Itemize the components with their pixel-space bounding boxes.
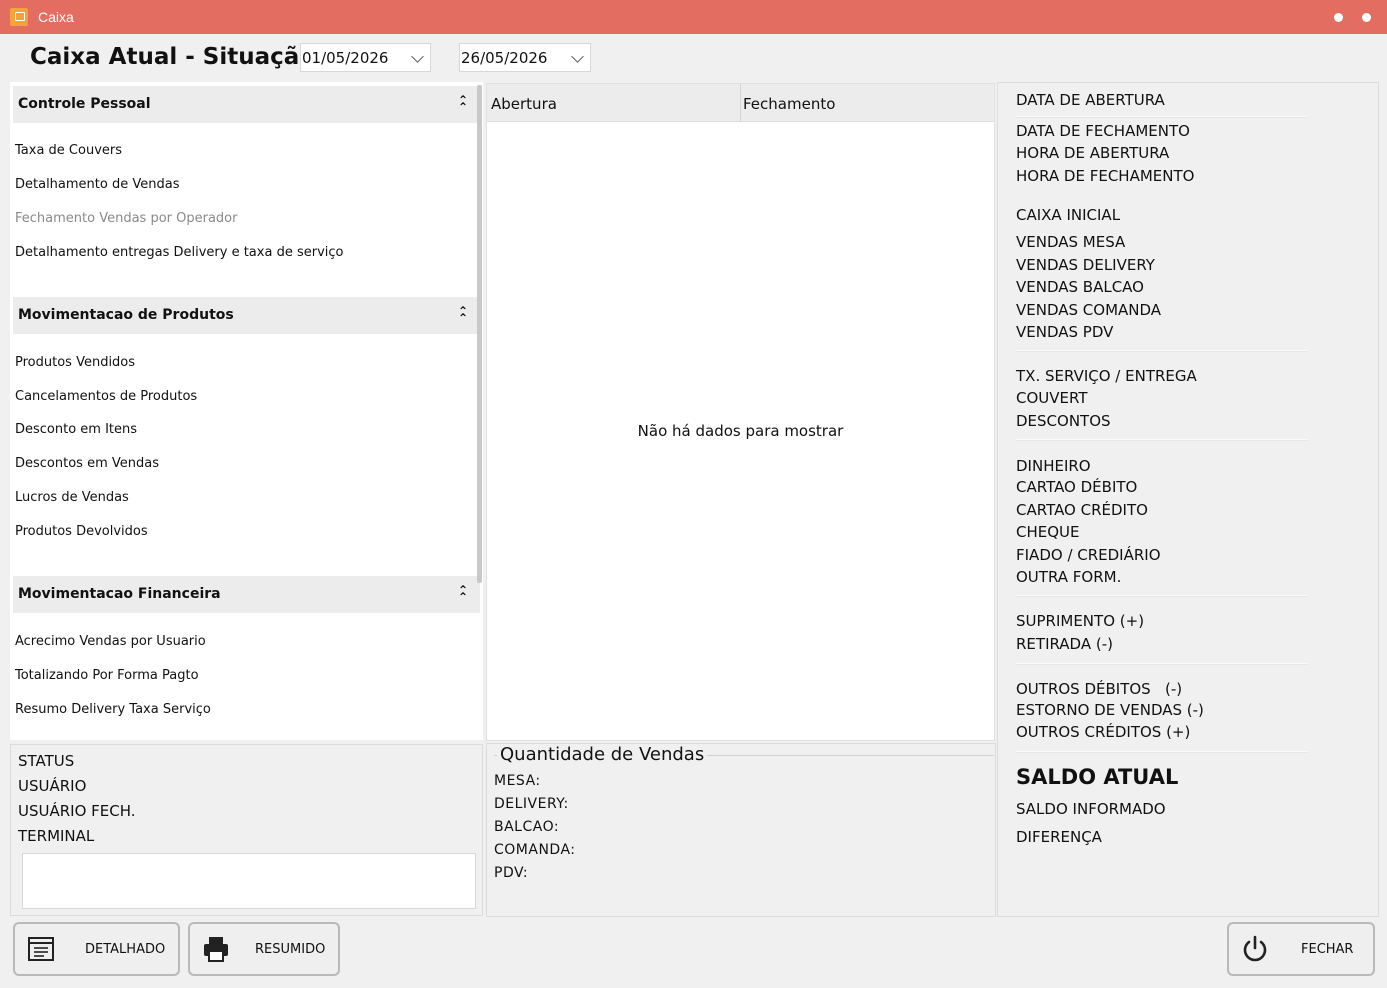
detailed-button[interactable]: DETALHADO: [13, 922, 180, 976]
sales-quantity-panel: Quantidade de Vendas MESA: DELIVERY: BAL…: [486, 743, 996, 917]
summary-item: OUTROS CRÉDITOS (+): [1016, 723, 1191, 741]
report-item[interactable]: Fechamento Vendas por Operador: [15, 211, 237, 226]
grid-header: Abertura Fechamento: [487, 84, 994, 122]
collapse-icon[interactable]: ⌃ ⌃: [458, 584, 468, 603]
report-item[interactable]: Detalhamento entregas Delivery e taxa de…: [15, 245, 343, 260]
collapse-icon[interactable]: ⌃ ⌃: [458, 305, 468, 324]
summary-item: FIADO / CREDIÁRIO: [1016, 546, 1161, 564]
minimize-button[interactable]: [1334, 13, 1343, 22]
date-from-select[interactable]: 01/05/2026: [300, 43, 431, 72]
chevron-down-icon: [571, 50, 584, 63]
column-header-fechamento[interactable]: Fechamento: [743, 95, 835, 113]
close-window-button[interactable]: [1362, 13, 1371, 22]
summary-item: VENDAS DELIVERY: [1016, 256, 1155, 274]
report-item[interactable]: Taxa de Couvers: [15, 143, 122, 158]
summary-item: ESTORNO DE VENDAS (-): [1016, 701, 1204, 719]
sales-quantity-title: Quantidade de Vendas: [497, 744, 708, 765]
window-title: Caixa: [38, 9, 74, 25]
summary-item: CAIXA INICIAL: [1016, 206, 1121, 224]
qty-mesa-label: MESA:: [494, 773, 541, 789]
summary-label: RESUMIDO: [255, 941, 326, 957]
summary-item: VENDAS MESA: [1016, 233, 1126, 251]
summary-item: CARTAO DÉBITO: [1016, 478, 1138, 496]
summary-item: CARTAO CRÉDITO: [1016, 501, 1148, 519]
summary-item: DESCONTOS: [1016, 412, 1111, 430]
summary-button[interactable]: RESUMIDO: [188, 922, 340, 976]
report-item[interactable]: Totalizando Por Forma Pagto: [15, 668, 199, 683]
report-item[interactable]: Resumo Delivery Taxa Serviço: [15, 702, 211, 717]
collapse-icon[interactable]: ⌃ ⌃: [458, 94, 468, 113]
informed-balance-label: SALDO INFORMADO: [1016, 800, 1166, 818]
report-item[interactable]: Produtos Vendidos: [15, 355, 135, 370]
report-item[interactable]: Produtos Devolvidos: [15, 524, 148, 539]
summary-panel: DATA DE ABERTURA DATA DE FECHAMENTO HORA…: [997, 82, 1379, 917]
chevron-down-icon: [411, 50, 424, 63]
date-to-select[interactable]: 26/05/2026: [459, 43, 591, 72]
qty-balcao-label: BALCAO:: [494, 819, 560, 835]
report-item[interactable]: Descontos em Vendas: [15, 456, 159, 471]
summary-item: VENDAS PDV: [1016, 323, 1114, 341]
close-label: FECHAR: [1301, 941, 1354, 957]
difference-label: DIFERENÇA: [1016, 828, 1102, 846]
cash-register-grid[interactable]: Abertura Fechamento Não há dados para mo…: [486, 83, 995, 741]
report-item[interactable]: Acrecimo Vendas por Usuario: [15, 634, 206, 649]
column-header-abertura[interactable]: Abertura: [491, 95, 557, 113]
app-icon: [10, 8, 28, 26]
summary-item: TX. SERVIÇO / ENTREGA: [1016, 367, 1197, 385]
detailed-label: DETALHADO: [85, 941, 166, 957]
summary-item: VENDAS BALCAO: [1016, 278, 1144, 296]
report-item[interactable]: Detalhamento de Vendas: [15, 177, 179, 192]
power-icon: [1243, 935, 1267, 962]
terminal-label: TERMINAL: [18, 827, 95, 845]
report-icon: [28, 937, 54, 961]
title-bar: Caixa: [0, 0, 1387, 34]
qty-comanda-label: COMANDA:: [494, 842, 576, 858]
status-label: STATUS: [18, 752, 75, 770]
printer-icon: [204, 937, 228, 962]
group-title: Controle Pessoal: [18, 96, 151, 112]
date-to-value: 26/05/2026: [461, 49, 548, 67]
group-title: Movimentacao Financeira: [18, 586, 221, 602]
summary-item: SUPRIMENTO (+): [1016, 612, 1145, 630]
status-panel: STATUS USUÁRIO USUÁRIO FECH. TERMINAL: [10, 744, 483, 916]
close-button[interactable]: FECHAR: [1227, 922, 1375, 976]
reports-panel: Controle Pessoal ⌃ ⌃ Taxa de Couvers Deta…: [10, 82, 483, 740]
report-item[interactable]: Cancelamentos de Produtos: [15, 389, 197, 404]
summary-item: COUVERT: [1016, 389, 1088, 407]
qty-pdv-label: PDV:: [494, 865, 529, 881]
summary-item: DATA DE FECHAMENTO: [1016, 122, 1190, 140]
summary-item: RETIRADA (-): [1016, 635, 1113, 653]
summary-item: OUTROS DÉBITOS (-): [1016, 680, 1183, 698]
summary-item: CHEQUE: [1016, 523, 1080, 541]
summary-item: HORA DE FECHAMENTO: [1016, 167, 1195, 185]
group-title: Movimentacao de Produtos: [18, 307, 234, 323]
scrollbar[interactable]: [477, 85, 482, 583]
summary-item: HORA DE ABERTURA: [1016, 144, 1170, 162]
group-header-controle-pessoal[interactable]: Controle Pessoal ⌃ ⌃: [13, 86, 480, 123]
summary-item: DATA DE ABERTURA: [1016, 91, 1165, 109]
summary-item: OUTRA FORM.: [1016, 568, 1122, 586]
report-item[interactable]: Lucros de Vendas: [15, 490, 129, 505]
user-label: USUÁRIO: [18, 777, 87, 795]
report-item[interactable]: Desconto em Itens: [15, 422, 137, 437]
date-from-value: 01/05/2026: [302, 49, 389, 67]
summary-item: DINHEIRO: [1016, 457, 1091, 475]
empty-message: Não há dados para mostrar: [637, 422, 844, 440]
closing-user-label: USUÁRIO FECH.: [18, 802, 136, 820]
group-header-movimentacao-produtos[interactable]: Movimentacao de Produtos ⌃ ⌃: [13, 297, 480, 334]
balance-title: SALDO ATUAL: [1016, 765, 1179, 789]
notes-box[interactable]: [22, 853, 476, 909]
qty-delivery-label: DELIVERY:: [494, 796, 569, 812]
group-header-movimentacao-financeira[interactable]: Movimentacao Financeira ⌃ ⌃: [13, 576, 480, 613]
summary-item: VENDAS COMANDA: [1016, 301, 1162, 319]
page-title: Caixa Atual - Situação: [30, 44, 316, 70]
